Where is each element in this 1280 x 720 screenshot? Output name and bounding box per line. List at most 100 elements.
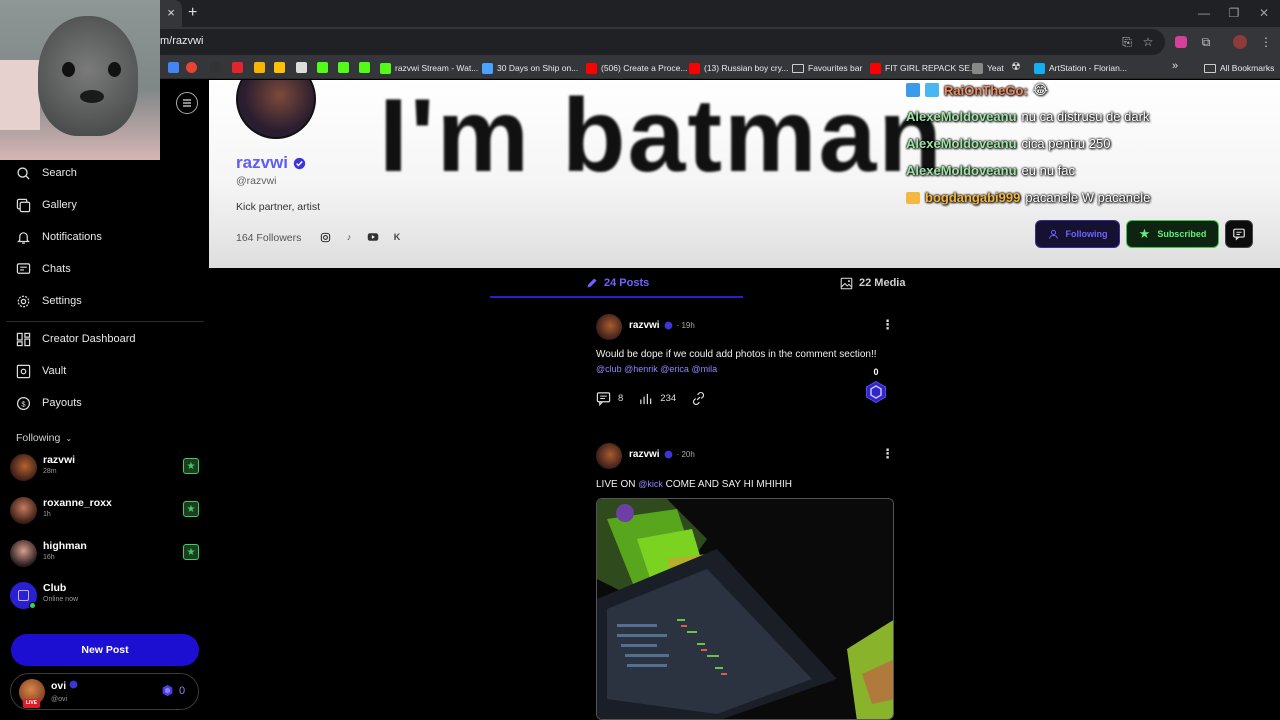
tab-media[interactable]: 22 Media — [840, 276, 905, 290]
extension-icon[interactable] — [1173, 34, 1189, 50]
sidebar-item-search[interactable]: Search — [16, 164, 77, 182]
sidebar-item-notifications[interactable]: Notifications — [16, 228, 102, 246]
more-options-icon[interactable]: ⋮ — [881, 447, 894, 461]
following-item-razvwi[interactable]: razvwi 28m ★ — [10, 452, 200, 482]
kick-icon[interactable]: K — [391, 231, 403, 243]
youtube-icon[interactable] — [367, 231, 379, 243]
bookmark-item[interactable]: ArtStation - Florian... — [1034, 60, 1127, 76]
bookmark-label: razvwi Stream - Wat... — [395, 63, 479, 73]
subscribed-button[interactable]: ★ Subscribed — [1126, 220, 1219, 248]
subscribed-star-icon[interactable]: ★ — [183, 544, 199, 560]
coin-balance[interactable]: 0 — [161, 684, 185, 697]
chat-message: bogdangabi999 pacanele W pacanele — [906, 190, 1150, 205]
bookmark-item[interactable]: razvwi Stream - Wat... — [380, 60, 478, 76]
sidebar-item-chats[interactable]: Chats — [16, 260, 71, 278]
menu-button[interactable] — [176, 92, 198, 114]
bookmark-favicon[interactable] — [254, 62, 265, 73]
subscribed-star-icon[interactable]: ★ — [183, 458, 199, 474]
browser-menu-icon[interactable]: ⋮ — [1258, 34, 1274, 50]
sidebar-item-label: Creator Dashboard — [42, 333, 136, 345]
current-user-card[interactable]: LIVE ovi @ovi 0 — [10, 673, 199, 710]
post-time: · 20h — [676, 450, 695, 459]
bookmark-item[interactable]: 30 Days on Ship on... — [482, 60, 578, 76]
tab-posts[interactable]: 24 Posts — [586, 276, 649, 290]
post-image[interactable] — [596, 498, 894, 720]
more-options-icon[interactable]: ⋮ — [881, 318, 894, 332]
bookmark-folder[interactable]: Favourites bar — [792, 60, 862, 76]
bookmark-favicon[interactable] — [359, 62, 370, 73]
following-time: 1h — [43, 511, 51, 518]
new-tab-button[interactable]: + — [188, 4, 202, 22]
post-mentions[interactable]: @club @henrik @erica @mila — [596, 364, 717, 374]
close-tab-icon[interactable]: × — [164, 5, 178, 21]
sidebar-item-vault[interactable]: Vault — [16, 362, 66, 380]
instagram-icon[interactable] — [319, 231, 331, 243]
following-item-roxanne[interactable]: roxanne_roxx 1h ★ — [10, 495, 200, 525]
sidebar-item-creator-dashboard[interactable]: Creator Dashboard — [16, 330, 136, 348]
restore-icon[interactable]: ❐ — [1226, 5, 1242, 21]
post-author[interactable]: razvwi · 20h — [629, 449, 695, 460]
comment-icon[interactable] — [596, 391, 611, 406]
post-mention[interactable]: @kick — [638, 479, 663, 489]
sidebar-item-settings[interactable]: Settings — [16, 292, 82, 310]
sidebar-item-label: Payouts — [42, 397, 82, 409]
new-post-button[interactable]: New Post — [11, 634, 199, 666]
bookmark-favicon[interactable] — [186, 62, 197, 73]
chat-username: bogdangabi999 — [925, 190, 1021, 205]
following-name: razvwi — [43, 454, 76, 466]
following-item-highman[interactable]: highman 16h ★ — [10, 538, 200, 568]
post-text-content: LIVE ON — [596, 479, 636, 490]
sidebar-item-label: Notifications — [42, 231, 102, 243]
bookmark-favicon[interactable] — [210, 62, 221, 73]
all-bookmarks-button[interactable]: All Bookmarks — [1204, 60, 1274, 76]
bookmark-favicon[interactable] — [317, 62, 328, 73]
bookmark-item[interactable]: Yeat — [972, 60, 1004, 76]
tiktok-icon[interactable]: ♪ — [343, 231, 355, 243]
bookmark-item[interactable]: FIT GIRL REPACK SE... — [870, 60, 977, 76]
following-button[interactable]: Following — [1035, 220, 1120, 248]
followers-count[interactable]: 164 Followers — [236, 232, 301, 244]
close-window-icon[interactable]: ✕ — [1256, 5, 1272, 21]
chat-text: cica pentru 250 — [1021, 136, 1111, 151]
current-user-handle: @ovi — [51, 696, 68, 703]
bookmark-label: ArtStation - Florian... — [1049, 63, 1127, 73]
link-icon[interactable] — [691, 391, 706, 406]
bookmark-favicon[interactable] — [296, 62, 307, 73]
sidebar-item-payouts[interactable]: $ Payouts — [16, 394, 82, 412]
subscribed-button-label: Subscribed — [1157, 229, 1207, 239]
pencil-icon — [587, 278, 597, 288]
tip-coin[interactable]: 0 — [864, 367, 888, 407]
bookmark-item[interactable]: (506) Create a Proce... — [586, 60, 687, 76]
radiation-favicon[interactable]: ☢ — [1011, 60, 1021, 73]
avatar[interactable] — [596, 443, 622, 469]
url-text[interactable]: m/razvwi — [160, 35, 203, 47]
subscribed-star-icon[interactable]: ★ — [183, 501, 199, 517]
address-bar[interactable]: m/razvwi — [150, 29, 1165, 55]
extensions-puzzle-icon[interactable]: ⧉ — [1198, 34, 1214, 50]
club-avatar — [10, 582, 37, 609]
profile-avatar-icon[interactable] — [1232, 34, 1248, 50]
tip-count: 0 — [873, 367, 879, 377]
post-author-name: razvwi — [629, 320, 660, 331]
bookmark-favicon[interactable] — [338, 62, 349, 73]
chevron-down-icon: ⌄ — [65, 433, 73, 443]
bookmark-favicon[interactable] — [168, 62, 179, 73]
message-button[interactable] — [1225, 220, 1253, 248]
more-bookmarks-button[interactable]: » — [1172, 60, 1178, 72]
profile-avatar[interactable] — [236, 80, 316, 139]
minimize-icon[interactable]: — — [1196, 5, 1212, 21]
profile-name-text: razvwi — [236, 153, 288, 172]
install-app-icon[interactable]: ⎘ — [1119, 34, 1135, 50]
tab-media-label: 22 Media — [859, 277, 906, 289]
following-item-club[interactable]: Club Online now — [10, 580, 200, 610]
sidebar-item-gallery[interactable]: Gallery — [16, 196, 77, 214]
bookmark-label: (13) Russian boy cry... — [704, 63, 789, 73]
bookmark-favicon[interactable] — [274, 62, 285, 73]
bookmark-star-icon[interactable]: ☆ — [1140, 34, 1156, 50]
bookmark-favicon[interactable] — [232, 62, 243, 73]
post-author[interactable]: razvwi · 19h — [629, 320, 695, 331]
bookmark-item[interactable]: (13) Russian boy cry... — [689, 60, 788, 76]
following-section-toggle[interactable]: Following ⌄ — [16, 432, 72, 444]
chat-text: nu ca distrusu de dark — [1021, 109, 1150, 124]
avatar[interactable] — [596, 314, 622, 340]
